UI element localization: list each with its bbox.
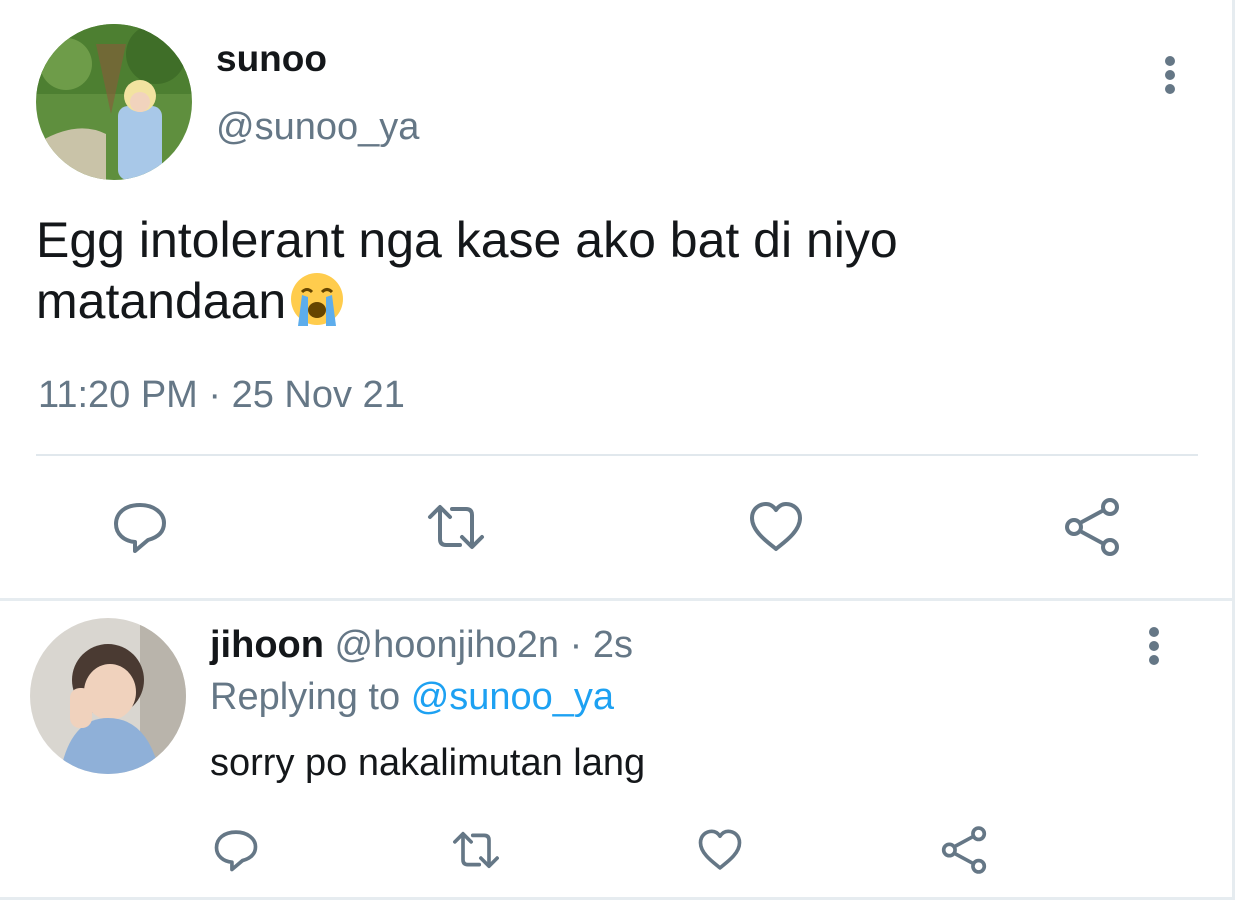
reply-author-avatar[interactable] — [30, 618, 186, 774]
share-icon[interactable] — [938, 824, 990, 876]
reply-icon[interactable] — [210, 824, 262, 876]
replying-to-handle[interactable]: @sunoo_ya — [411, 676, 614, 718]
reply-header: jihoon @hoonjiho2n · 2s — [210, 624, 633, 667]
reply-icon[interactable] — [108, 495, 172, 559]
like-icon[interactable] — [744, 495, 808, 559]
tweet-separator — [0, 598, 1235, 601]
avatar-photo — [30, 618, 186, 774]
tweet-text-content: Egg intolerant nga kase ako bat di niyo … — [36, 212, 898, 329]
more-options-icon[interactable] — [1134, 626, 1174, 666]
avatar-photo — [36, 24, 192, 180]
tweet-text: Egg intolerant nga kase ako bat di niyo … — [36, 210, 1036, 331]
reply-text: sorry po nakalimutan lang — [210, 742, 646, 784]
tweet-timestamp[interactable]: 11:20 PM · 25 Nov 21 — [38, 374, 405, 417]
share-icon[interactable] — [1060, 495, 1124, 559]
divider — [36, 454, 1198, 456]
author-name[interactable]: sunoo — [216, 38, 327, 80]
author-handle[interactable]: @sunoo_ya — [216, 106, 419, 149]
like-icon[interactable] — [694, 824, 746, 876]
retweet-icon[interactable] — [450, 824, 502, 876]
loudly-crying-face-icon — [288, 270, 346, 328]
replying-to-label: Replying to — [210, 676, 401, 718]
reply-author-name[interactable]: jihoon — [210, 624, 324, 666]
reply-author-meta[interactable]: @hoonjiho2n · 2s — [335, 624, 633, 666]
replying-to: Replying to @sunoo_ya — [210, 676, 614, 719]
retweet-icon[interactable] — [424, 495, 488, 559]
author-avatar[interactable] — [36, 24, 192, 180]
more-options-icon[interactable] — [1150, 55, 1190, 95]
